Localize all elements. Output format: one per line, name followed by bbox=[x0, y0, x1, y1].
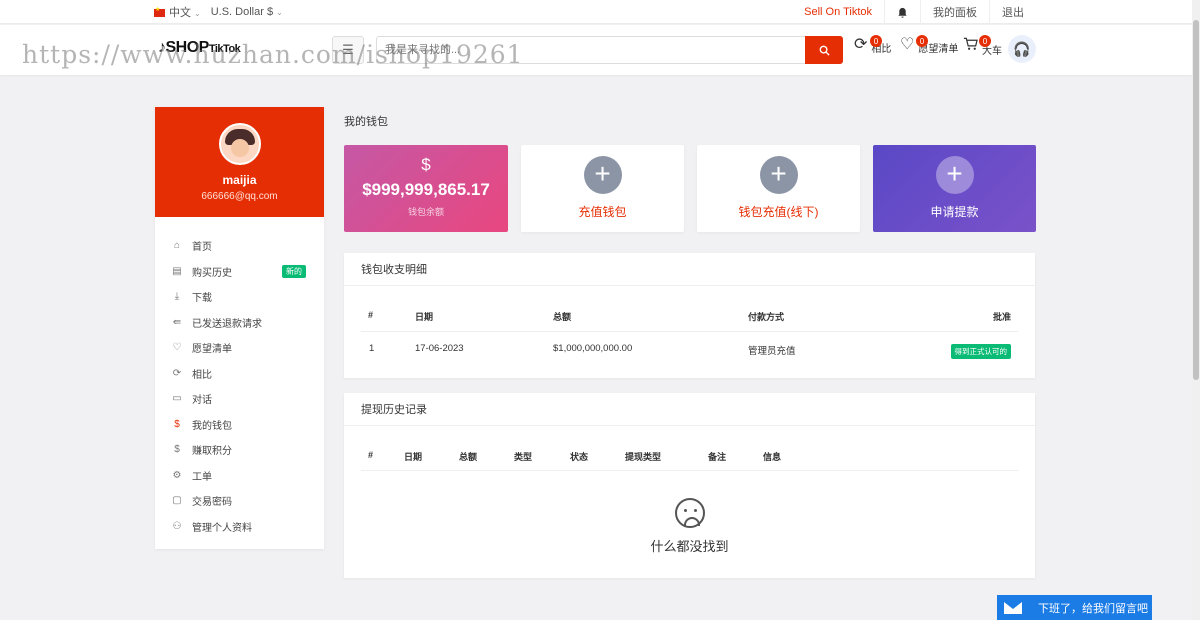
chat-widget-button[interactable]: 下班了，给我们留言吧 bbox=[997, 595, 1152, 620]
sidebar-item-purchase-history[interactable]: ▤ 购买历史 新的 bbox=[155, 259, 324, 285]
refresh-icon: ⟳ bbox=[854, 36, 868, 53]
wishlist-button[interactable]: ♡ 0 愿望清单 bbox=[900, 35, 958, 55]
recharge-wallet-button[interactable]: + 充值钱包 bbox=[521, 145, 684, 232]
sidebar-item-refund-requests[interactable]: ⇚ 已发送退款请求 bbox=[155, 310, 324, 336]
wallet-balance-card: $ $999,999,865.17 钱包余额 bbox=[344, 145, 508, 232]
panel-title: 钱包收支明细 bbox=[344, 253, 1035, 286]
refund-icon: ⇚ bbox=[172, 316, 182, 328]
panel-title: 提现历史记录 bbox=[344, 393, 1035, 426]
wallet-balance-label: 钱包余额 bbox=[407, 207, 444, 217]
sidebar-item-conversations[interactable]: ▭ 对话 bbox=[155, 386, 324, 412]
user-email: 666666@qq.com bbox=[201, 191, 278, 202]
heart-icon: ♡ bbox=[900, 36, 915, 53]
compare-count-badge: 0 bbox=[870, 35, 882, 47]
withdrawal-history-panel: 提现历史记录 # 日期 总额 类型 状态 提现类型 备注 信息 什么都没找到 bbox=[344, 393, 1035, 578]
headset-icon: 🎧 bbox=[1013, 40, 1031, 57]
watermark: https://www.huzhan.com/ishop19261 bbox=[22, 40, 524, 69]
wallet-transactions-panel: 钱包收支明细 # 日期 总额 付款方式 批准 1 17-06-2023 $1,0… bbox=[344, 253, 1035, 378]
scrollbar-thumb[interactable] bbox=[1193, 20, 1199, 380]
profile-card: maijia 666666@qq.com bbox=[155, 107, 324, 217]
sidebar-item-wishlist[interactable]: ♡ 愿望清单 bbox=[155, 335, 324, 361]
empty-state: 什么都没找到 bbox=[344, 498, 1035, 555]
heart-icon: ♡ bbox=[172, 342, 182, 354]
gear-icon: ⚙ bbox=[172, 469, 182, 481]
sidebar-item-compare[interactable]: ⟳ 相比 bbox=[155, 361, 324, 387]
new-badge: 新的 bbox=[282, 264, 306, 278]
plus-icon: + bbox=[759, 156, 798, 194]
sidebar-item-tickets[interactable]: ⚙ 工单 bbox=[155, 463, 324, 489]
dashboard-link[interactable]: 我的面板 bbox=[920, 0, 989, 24]
wallet-icon: ▢ bbox=[172, 495, 182, 507]
withdraw-request-button[interactable]: + 申请提款 bbox=[873, 145, 1036, 232]
chat-icon: ▭ bbox=[172, 393, 182, 405]
bell-icon[interactable] bbox=[884, 0, 920, 24]
username: maijia bbox=[222, 173, 257, 187]
page-scrollbar[interactable] bbox=[1192, 0, 1200, 620]
sidebar-item-manage-profile[interactable]: ⚇ 管理个人资料 bbox=[155, 514, 324, 540]
language-selector[interactable]: 中文⌄ bbox=[154, 4, 201, 20]
avatar bbox=[218, 123, 261, 165]
chevron-down-icon: ⌄ bbox=[194, 9, 201, 18]
user-icon: ⚇ bbox=[172, 520, 182, 532]
envelope-icon bbox=[1004, 601, 1022, 614]
sell-on-tiktok-link[interactable]: Sell On Tiktok bbox=[792, 0, 884, 24]
home-icon: ⌂ bbox=[173, 240, 181, 252]
plus-icon: + bbox=[935, 156, 974, 194]
dollar-icon: $ bbox=[174, 418, 180, 430]
status-badge: 得到正式认可的 bbox=[950, 344, 1011, 359]
dollar-icon: $ bbox=[174, 444, 180, 456]
cart-count-badge: 0 bbox=[979, 35, 991, 47]
refresh-icon: ⟳ bbox=[172, 367, 182, 379]
cart-icon bbox=[963, 37, 978, 55]
offline-recharge-button[interactable]: + 钱包充值(线下) bbox=[697, 145, 860, 232]
sidebar-item-earn-points[interactable]: $ 赚取积分 bbox=[155, 437, 324, 463]
china-flag-icon bbox=[154, 6, 165, 18]
sidebar-item-my-wallet[interactable]: $ 我的钱包 bbox=[155, 412, 324, 438]
logout-link[interactable]: 退出 bbox=[989, 0, 1036, 24]
dollar-icon: $ bbox=[421, 155, 431, 174]
account-sidebar: maijia 666666@qq.com ⌂ 首页 ▤ 购买历史 新的 ⤓ 下载 ⇚ 已发… bbox=[155, 107, 324, 549]
top-bar: 中文⌄ U.S. Dollar $⌄ Sell On Tiktok 我的面板 退… bbox=[0, 0, 1192, 24]
search-button[interactable] bbox=[805, 36, 843, 64]
wallet-balance-value: $999,999,865.17 bbox=[362, 180, 490, 199]
compare-button[interactable]: ⟳ 0 相比 bbox=[854, 35, 891, 55]
cart-button[interactable]: 0 大车 bbox=[963, 35, 1002, 57]
download-icon: ⤓ bbox=[174, 291, 180, 303]
page-title: 我的钱包 bbox=[344, 116, 388, 128]
sidebar-item-home[interactable]: ⌂ 首页 bbox=[155, 233, 324, 259]
sidebar-menu: ⌂ 首页 ▤ 购买历史 新的 ⤓ 下载 ⇚ 已发送退款请求 ♡ 愿望清单 ⟳ 相比 ▭ 对话 $… bbox=[155, 217, 324, 539]
wishlist-count-badge: 0 bbox=[916, 35, 928, 47]
file-icon: ▤ bbox=[172, 265, 182, 277]
customer-support-button[interactable]: 🎧 bbox=[1008, 35, 1036, 63]
empty-message: 什么都没找到 bbox=[650, 539, 729, 554]
plus-icon: + bbox=[583, 156, 622, 194]
chevron-down-icon: ⌄ bbox=[276, 8, 283, 17]
sidebar-item-transaction-password[interactable]: ▢ 交易密码 bbox=[155, 488, 324, 514]
search-icon bbox=[819, 45, 830, 56]
sad-face-icon bbox=[674, 498, 705, 528]
sidebar-item-downloads[interactable]: ⤓ 下载 bbox=[155, 284, 324, 310]
currency-selector[interactable]: U.S. Dollar $ ⌄ bbox=[211, 6, 283, 18]
